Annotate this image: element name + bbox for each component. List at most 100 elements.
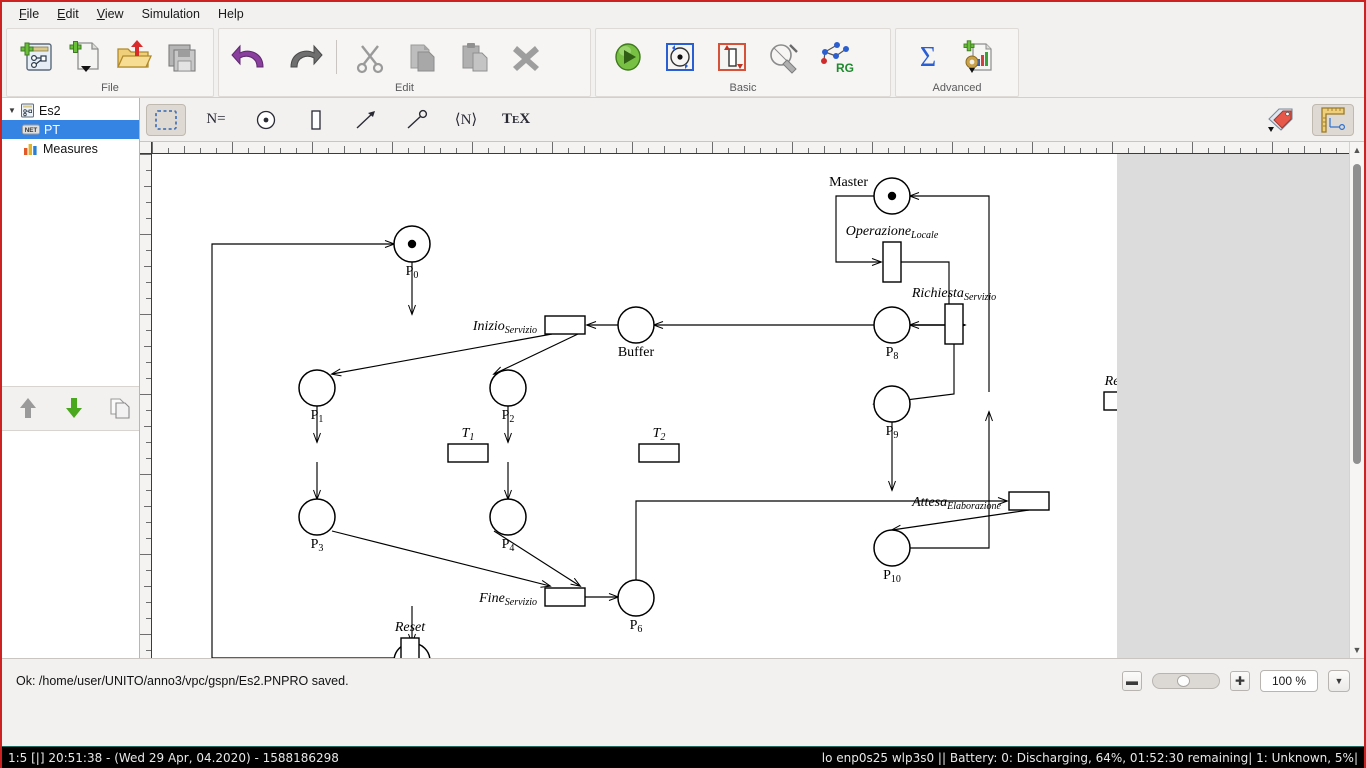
scrollbar-thumb[interactable] [1353, 164, 1361, 464]
marking-parameter-tool[interactable]: ⟨N⟩ [446, 104, 486, 136]
place-circle[interactable] [298, 498, 336, 536]
sum-measures-button[interactable]: Σ [902, 34, 954, 80]
place-node[interactable]: P1 [298, 369, 336, 425]
place-circle[interactable] [489, 498, 527, 536]
menu-help[interactable]: Help [209, 4, 253, 24]
sidebar-item-pt[interactable]: NET PT [2, 120, 139, 139]
reachability-graph-button[interactable]: RG [810, 34, 862, 80]
scroll-up-arrow-icon[interactable]: ▲ [1350, 142, 1364, 158]
petri-net-graph[interactable]: P0P1P2P3P4P5P6BufferMasterP8P9P10InizioS… [152, 154, 1117, 658]
net-page[interactable]: P0P1P2P3P4P5P6BufferMasterP8P9P10InizioS… [152, 154, 1117, 658]
transition-rect[interactable] [882, 241, 902, 283]
paste-button[interactable] [448, 34, 500, 80]
ruler-tick [472, 142, 473, 153]
transition-node[interactable]: T1 [447, 426, 489, 463]
place-node[interactable]: P6 [617, 579, 655, 635]
place-circle[interactable] [873, 385, 911, 423]
transition-node[interactable]: FineServizio [478, 587, 586, 608]
transition-node[interactable]: OperazioneLocale [846, 224, 939, 283]
menu-view[interactable]: View [88, 4, 133, 24]
new-document-button[interactable] [62, 34, 111, 80]
place-node[interactable]: P8 [873, 306, 911, 362]
move-up-button[interactable] [16, 396, 40, 420]
redo-button[interactable] [277, 34, 329, 80]
delete-button[interactable] [500, 34, 552, 80]
arc-tool[interactable] [346, 104, 386, 136]
transition-rect[interactable] [1008, 491, 1050, 511]
place-node[interactable]: P4 [489, 498, 527, 554]
place-circle[interactable] [489, 369, 527, 407]
ruler-tick [146, 330, 151, 331]
zoom-in-button[interactable]: ✚ [1230, 670, 1250, 691]
cut-button[interactable] [344, 34, 396, 80]
place-circle[interactable] [873, 306, 911, 344]
ruler-tick [1208, 148, 1209, 153]
ruler-grid-button[interactable] [1312, 103, 1354, 136]
transition-rect[interactable] [1103, 391, 1117, 411]
copy-button[interactable] [396, 34, 448, 80]
undo-button[interactable] [225, 34, 277, 80]
inhibitor-arc-tool[interactable] [396, 104, 436, 136]
zoom-slider[interactable] [1152, 672, 1220, 689]
place-circle[interactable] [617, 306, 655, 344]
zoom-slider-knob[interactable] [1177, 674, 1190, 687]
place-node[interactable]: P2 [489, 369, 527, 425]
place-node[interactable]: P9 [873, 385, 911, 441]
place-node[interactable]: P0 [393, 225, 431, 281]
token-dot [407, 239, 417, 249]
ruler-tick [1128, 148, 1129, 153]
sidebar-item-es2[interactable]: ▼ Es2 [2, 101, 139, 120]
move-down-button[interactable] [62, 396, 86, 420]
menu-edit[interactable]: Edit [48, 4, 88, 24]
place-circle[interactable] [617, 579, 655, 617]
place-node[interactable]: P10 [873, 529, 911, 585]
token-game-button[interactable] [654, 34, 706, 80]
transition-rect[interactable] [638, 443, 680, 463]
duplicate-button[interactable] [108, 396, 132, 420]
save-all-button[interactable] [159, 34, 208, 80]
expand-arrow-icon[interactable]: ▼ [6, 106, 18, 115]
zoom-dropdown-button[interactable]: ▼ [1328, 669, 1350, 692]
tags-button[interactable] [1260, 104, 1302, 136]
status-bar: Ok: /home/user/UNITO/anno3/vpc/gspn/Es2.… [2, 658, 1364, 702]
tex-label-tool[interactable]: TEX [496, 104, 536, 136]
transition-tool[interactable] [296, 104, 336, 136]
zoom-value-field[interactable]: 100 % [1260, 669, 1318, 692]
ribbon-group-basic-label: Basic [729, 82, 757, 94]
transition-node[interactable]: AttesaElaborazione [911, 491, 1050, 512]
place-node[interactable]: Master [829, 175, 911, 215]
transition-rect[interactable] [544, 315, 586, 335]
sidebar-item-pt-label: PT [44, 122, 60, 137]
transition-fire-button[interactable] [706, 34, 758, 80]
transition-node[interactable]: T2 [638, 426, 680, 463]
transition-rect[interactable] [544, 587, 586, 607]
transition-node[interactable]: InizioServizio [472, 315, 586, 336]
place-node[interactable]: P3 [298, 498, 336, 554]
transition-rect[interactable] [447, 443, 489, 463]
select-tool[interactable] [146, 103, 186, 136]
ruler-tick [140, 314, 151, 315]
zoom-out-button[interactable]: ▬ [1122, 670, 1142, 691]
canvas-area[interactable]: P0P1P2P3P4P5P6BufferMasterP8P9P10InizioS… [140, 142, 1364, 658]
open-button[interactable] [110, 34, 159, 80]
play-simulation-button[interactable] [602, 34, 654, 80]
menu-file[interactable]: FFileile [10, 4, 48, 24]
place-tool[interactable] [246, 104, 286, 136]
transition-rect[interactable] [944, 303, 964, 345]
vertical-scrollbar[interactable]: ▲ ▼ [1349, 142, 1364, 658]
new-project-button[interactable] [13, 34, 62, 80]
menu-simulation[interactable]: Simulation [133, 4, 209, 24]
set-marking-tool[interactable]: N= [196, 104, 236, 136]
transition-node[interactable]: RichiestaServizio [911, 286, 996, 345]
net-nodes[interactable]: P0P1P2P3P4P5P6BufferMasterP8P9P10InizioS… [298, 175, 1117, 658]
transition-node[interactable]: ResetM [1103, 374, 1117, 411]
scroll-down-arrow-icon[interactable]: ▼ [1350, 642, 1364, 658]
structural-analysis-button[interactable] [758, 34, 810, 80]
canvas-scene[interactable]: P0P1P2P3P4P5P6BufferMasterP8P9P10InizioS… [152, 154, 1349, 658]
sidebar-item-measures[interactable]: Measures [2, 139, 139, 158]
place-node[interactable]: Buffer [617, 306, 655, 360]
place-circle[interactable] [298, 369, 336, 407]
place-circle[interactable] [873, 529, 911, 567]
new-measure-button[interactable] [954, 34, 1006, 80]
transition-rect[interactable] [400, 637, 420, 658]
